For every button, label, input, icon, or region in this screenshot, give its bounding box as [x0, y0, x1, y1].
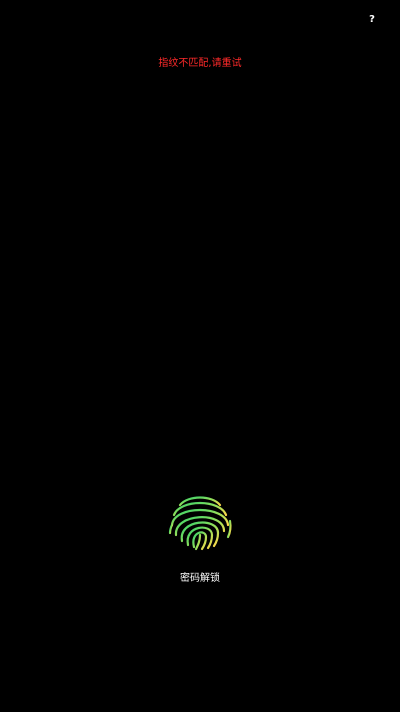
help-button[interactable]: ? [364, 12, 380, 28]
help-icon: ? [369, 14, 375, 25]
password-unlock-button[interactable]: 密码解锁 [0, 573, 400, 585]
lock-screen: ? 指纹不匹配,请重试 密码解锁 [0, 0, 400, 712]
fingerprint-error-message: 指纹不匹配,请重试 [158, 58, 242, 69]
fingerprint-sensor-button[interactable] [166, 491, 234, 551]
fingerprint-icon [168, 496, 232, 551]
